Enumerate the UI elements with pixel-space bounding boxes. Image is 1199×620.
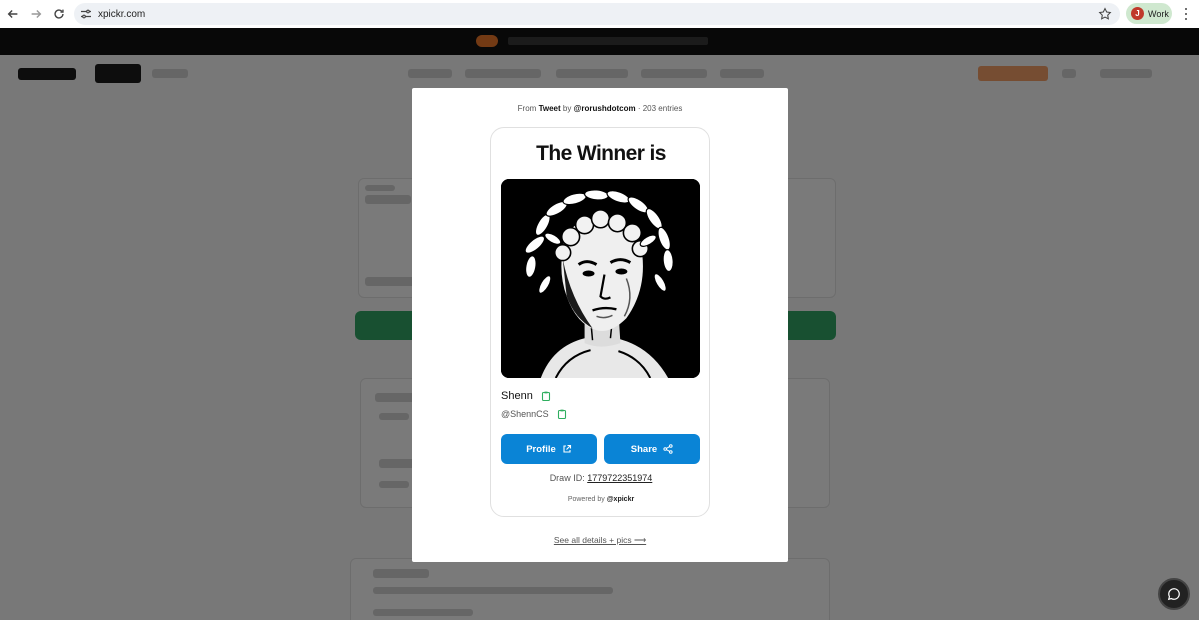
profile-button-modal[interactable]: Profile — [501, 434, 597, 464]
share-button[interactable]: Share — [604, 434, 700, 464]
source-by: by — [562, 104, 572, 113]
back-button[interactable] — [2, 3, 24, 25]
external-link-icon — [563, 444, 571, 453]
winner-name-row: Shenn — [501, 390, 551, 402]
browser-toolbar: xpickr.com J Work — [0, 0, 1199, 28]
winner-modal: From Tweet by @rorushdotcom · 203 entrie… — [412, 88, 788, 562]
url-text[interactable]: xpickr.com — [98, 9, 145, 20]
winner-name: Shenn — [501, 390, 533, 402]
star-icon[interactable] — [1098, 7, 1112, 21]
entries-count: · 203 entries — [637, 104, 683, 113]
more-vert-icon[interactable] — [1180, 6, 1192, 22]
forward-button[interactable] — [25, 3, 47, 25]
source-line: From Tweet by @rorushdotcom · 203 entrie… — [412, 104, 788, 113]
powered-by-handle[interactable]: @xpickr — [607, 496, 634, 503]
tune-icon — [81, 9, 91, 19]
reload-button[interactable] — [48, 3, 70, 25]
powered-by-label: Powered by — [567, 496, 605, 503]
profile-name: Work — [1148, 8, 1169, 19]
see-all-details-link[interactable]: See all details + pics ⟶ — [412, 535, 788, 546]
winner-card: The Winner is Shenn @ShennCS Profile Sha… — [490, 127, 710, 517]
profile-button[interactable]: J Work — [1126, 3, 1172, 24]
share-icon — [663, 444, 673, 454]
reload-icon — [54, 9, 64, 19]
address-bar[interactable]: xpickr.com — [74, 3, 1120, 25]
winner-title: The Winner is — [536, 142, 666, 165]
clipboard-icon[interactable] — [557, 409, 567, 419]
source-type: Tweet — [538, 104, 561, 113]
arrow-left-icon — [7, 10, 18, 18]
profile-button-label: Profile — [526, 443, 556, 455]
clipboard-icon[interactable] — [541, 391, 551, 401]
chat-icon — [1167, 588, 1180, 601]
winner-handle: @ShennCS — [501, 409, 549, 419]
winner-handle-row: @ShennCS — [501, 409, 567, 419]
draw-id-label: Draw ID: — [549, 473, 585, 483]
powered-by: Powered by @xpickr — [491, 496, 711, 503]
share-button-label: Share — [630, 443, 658, 455]
source-prefix: From — [517, 104, 537, 113]
arrow-right-icon — [31, 10, 42, 18]
chat-button[interactable] — [1158, 578, 1190, 610]
source-handle[interactable]: @rorushdotcom — [574, 104, 636, 113]
avatar: J — [1131, 7, 1144, 20]
site-settings-button[interactable] — [75, 3, 97, 25]
draw-id-value[interactable]: 1779722351974 — [587, 473, 652, 483]
winner-avatar-image — [501, 179, 700, 378]
laurel-bust-illustration — [501, 179, 700, 378]
draw-id: Draw ID: 1779722351974 — [491, 473, 711, 483]
